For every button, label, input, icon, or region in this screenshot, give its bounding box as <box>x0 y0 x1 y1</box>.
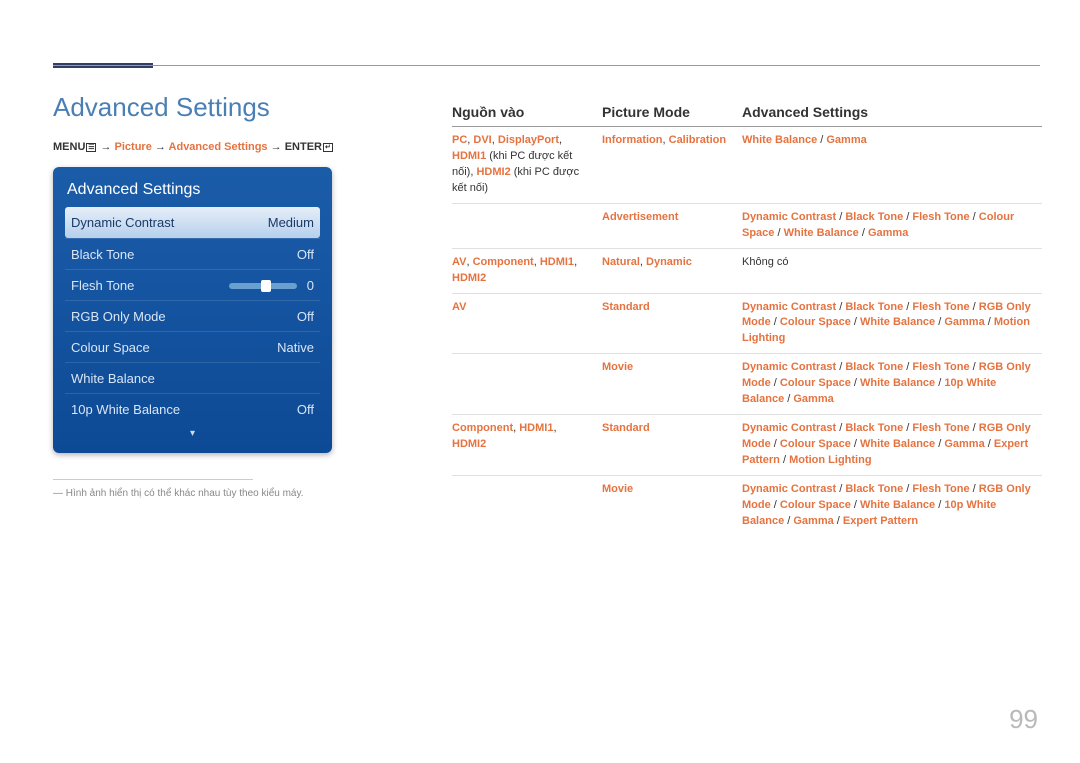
breadcrumb-advanced: Advanced Settings <box>169 141 268 153</box>
cell-source: AV <box>452 293 602 354</box>
cell-mode: Movie <box>602 354 742 415</box>
chevron-down-icon[interactable]: ▾ <box>65 428 320 439</box>
osd-row-flesh-tone[interactable]: Flesh Tone 0 <box>65 269 320 300</box>
slider-value: 0 <box>307 278 314 293</box>
osd-value: Medium <box>254 215 314 230</box>
osd-label: Black Tone <box>71 247 254 262</box>
table-row: AdvertisementDynamic Contrast / Black To… <box>452 203 1042 248</box>
osd-row-black-tone[interactable]: Black Tone Off <box>65 238 320 269</box>
osd-label: Flesh Tone <box>71 278 229 293</box>
breadcrumb-enter: ENTER <box>285 141 322 153</box>
cell-mode: Standard <box>602 293 742 354</box>
slider-track[interactable] <box>229 283 297 289</box>
table-row: AV, Component, HDMI1, HDMI2Natural, Dyna… <box>452 248 1042 293</box>
table-header-advanced: Advanced Settings <box>742 98 1042 127</box>
osd-value: Off <box>254 247 314 262</box>
cell-advanced: Không có <box>742 248 1042 293</box>
osd-label: White Balance <box>71 371 254 386</box>
table-row: MovieDynamic Contrast / Black Tone / Fle… <box>452 475 1042 535</box>
cell-advanced: Dynamic Contrast / Black Tone / Flesh To… <box>742 203 1042 248</box>
table-header-mode: Picture Mode <box>602 98 742 127</box>
cell-mode: Standard <box>602 415 742 476</box>
breadcrumb-picture: Picture <box>115 141 152 153</box>
slider-knob[interactable] <box>261 280 271 292</box>
left-column: Advanced Settings MENU☰ → Picture → Adva… <box>53 92 423 499</box>
table-row: Component, HDMI1, HDMI2StandardDynamic C… <box>452 415 1042 476</box>
osd-row-10p-white-balance[interactable]: 10p White Balance Off <box>65 393 320 424</box>
enter-icon: ↵ <box>323 143 333 152</box>
cell-advanced: White Balance / Gamma <box>742 127 1042 204</box>
compatibility-table: Nguồn vào Picture Mode Advanced Settings… <box>452 98 1042 536</box>
table-row: MovieDynamic Contrast / Black Tone / Fle… <box>452 354 1042 415</box>
cell-source: Component, HDMI1, HDMI2 <box>452 415 602 476</box>
cell-advanced: Dynamic Contrast / Black Tone / Flesh To… <box>742 475 1042 535</box>
table-row: AVStandardDynamic Contrast / Black Tone … <box>452 293 1042 354</box>
menu-icon: ☰ <box>86 143 96 152</box>
osd-row-colour-space[interactable]: Colour Space Native <box>65 331 320 362</box>
footnote: ― Hình ảnh hiển thị có thể khác nhau tùy… <box>53 488 423 499</box>
cell-mode: Natural, Dynamic <box>602 248 742 293</box>
breadcrumb-arrow: → <box>271 141 282 153</box>
cell-source: AV, Component, HDMI1, HDMI2 <box>452 248 602 293</box>
osd-value: Off <box>254 402 314 417</box>
breadcrumb-arrow: → <box>100 141 111 153</box>
table-row: PC, DVI, DisplayPort, HDMI1 (khi PC được… <box>452 127 1042 204</box>
cell-mode: Movie <box>602 475 742 535</box>
osd-value: Off <box>254 309 314 324</box>
right-column: Nguồn vào Picture Mode Advanced Settings… <box>452 98 1042 536</box>
cell-advanced: Dynamic Contrast / Black Tone / Flesh To… <box>742 415 1042 476</box>
breadcrumb: MENU☰ → Picture → Advanced Settings → EN… <box>53 141 423 153</box>
page-number: 99 <box>1009 704 1038 735</box>
osd-label: Colour Space <box>71 340 254 355</box>
footnote-rule <box>53 479 253 480</box>
osd-label: Dynamic Contrast <box>71 215 254 230</box>
table-header-source: Nguồn vào <box>452 98 602 127</box>
osd-label: 10p White Balance <box>71 402 254 417</box>
header-rule <box>53 65 1040 66</box>
osd-label: RGB Only Mode <box>71 309 254 324</box>
page-title: Advanced Settings <box>53 92 423 123</box>
osd-value: 0 <box>229 278 314 293</box>
osd-value: Native <box>254 340 314 355</box>
breadcrumb-menu: MENU <box>53 141 85 153</box>
cell-source: PC, DVI, DisplayPort, HDMI1 (khi PC được… <box>452 127 602 204</box>
osd-title: Advanced Settings <box>65 177 320 207</box>
cell-advanced: Dynamic Contrast / Black Tone / Flesh To… <box>742 293 1042 354</box>
osd-row-dynamic-contrast[interactable]: Dynamic Contrast Medium <box>65 207 320 238</box>
osd-panel: Advanced Settings Dynamic Contrast Mediu… <box>53 167 332 453</box>
cell-advanced: Dynamic Contrast / Black Tone / Flesh To… <box>742 354 1042 415</box>
footnote-text: Hình ảnh hiển thị có thể khác nhau tùy t… <box>66 488 304 499</box>
cell-mode: Advertisement <box>602 203 742 248</box>
cell-source <box>452 475 602 535</box>
cell-source <box>452 203 602 248</box>
breadcrumb-arrow: → <box>155 141 166 153</box>
osd-row-white-balance[interactable]: White Balance <box>65 362 320 393</box>
osd-row-rgb-only[interactable]: RGB Only Mode Off <box>65 300 320 331</box>
cell-mode: Information, Calibration <box>602 127 742 204</box>
table-header-row: Nguồn vào Picture Mode Advanced Settings <box>452 98 1042 127</box>
cell-source <box>452 354 602 415</box>
